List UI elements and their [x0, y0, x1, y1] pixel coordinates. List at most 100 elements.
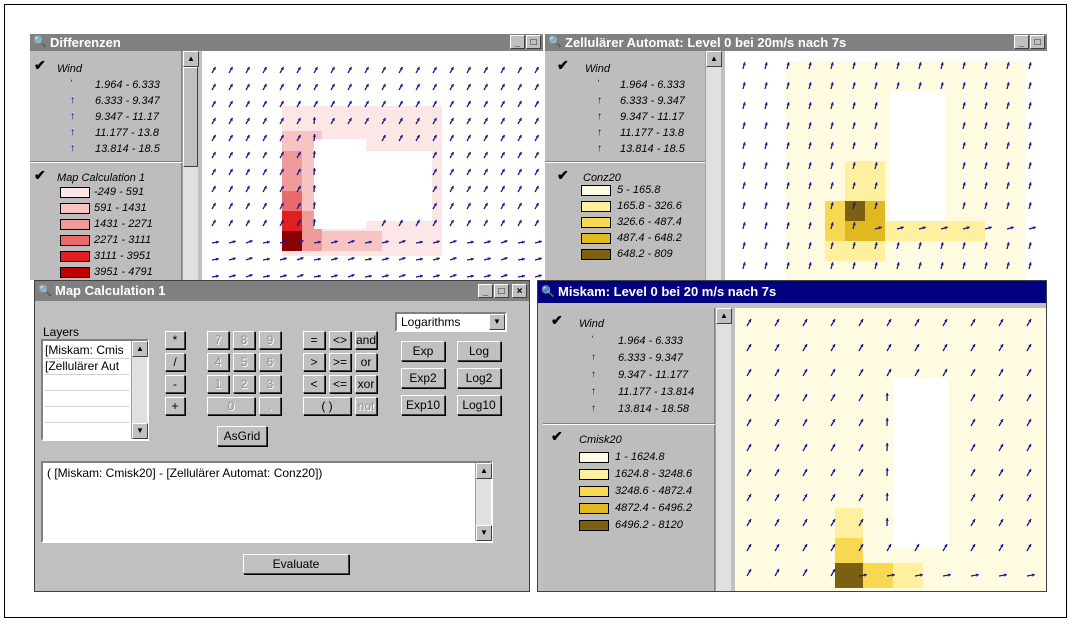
minimize-button[interactable]: _ — [478, 284, 493, 298]
cmisk-visible-checkbox[interactable]: ✔ — [551, 428, 563, 445]
function-type-select[interactable]: Logarithms ▼ — [395, 312, 507, 332]
calc-visible-checkbox[interactable]: ✔ — [34, 167, 46, 184]
zellularer-titlebar[interactable]: 🔍 Zellulärer Automat: Level 0 bei 20m/s … — [545, 34, 1047, 51]
scroll-up-button[interactable]: ▲ — [183, 51, 199, 67]
concentration-cell — [332, 121, 362, 131]
logic-button[interactable]: <> — [329, 331, 351, 349]
function-button[interactable]: Exp — [401, 341, 445, 361]
function-button[interactable]: Log2 — [457, 368, 501, 388]
function-button[interactable]: Log — [457, 341, 501, 361]
wind-visible-checkbox[interactable]: ✔ — [34, 57, 46, 74]
legend-swatch — [579, 469, 609, 480]
digit-button[interactable]: 0 — [207, 397, 255, 415]
digit-button[interactable]: 7 — [207, 331, 229, 349]
layer-item[interactable]: [Miskam: Cmis — [45, 343, 129, 359]
view-icon: 🔍 — [33, 36, 47, 48]
digit-button[interactable]: 8 — [233, 331, 255, 349]
differenzen-titlebar[interactable]: 🔍 Differenzen _ □ — [30, 34, 543, 51]
wind-visible-checkbox[interactable]: ✔ — [551, 312, 563, 329]
operator-button[interactable]: * — [165, 331, 185, 349]
legend-scrollbar[interactable]: ▲ — [705, 51, 722, 280]
miskam-map[interactable] — [735, 308, 1046, 591]
layer-item[interactable] — [45, 375, 129, 391]
maximize-button[interactable]: □ — [526, 35, 541, 49]
logic-button[interactable]: > — [303, 353, 325, 371]
logic-button[interactable]: < — [303, 375, 325, 393]
zellularer-map-canvas — [742, 61, 1036, 280]
legend-range: 6.333 - 9.347 — [95, 95, 160, 107]
wind-arrow-icon: ↑ — [597, 95, 602, 106]
function-button[interactable]: Exp2 — [401, 368, 445, 388]
logic-button[interactable]: >= — [329, 353, 351, 371]
legend-divider — [545, 161, 707, 163]
operator-button[interactable]: / — [165, 353, 185, 371]
evaluate-button[interactable]: Evaluate — [243, 554, 349, 574]
layer-item[interactable] — [45, 407, 129, 423]
dropdown-arrow-icon[interactable]: ▼ — [489, 314, 505, 330]
scroll-thumb[interactable] — [183, 67, 198, 167]
operator-button[interactable]: - — [165, 375, 185, 393]
legend-scrollbar[interactable]: ▲ — [182, 51, 199, 280]
differenzen-map[interactable] — [202, 51, 543, 280]
expression-scrollbar[interactable]: ▲ ▼ — [475, 463, 492, 541]
scroll-down-button[interactable]: ▼ — [476, 525, 492, 541]
asgrid-button[interactable]: AsGrid — [217, 426, 267, 446]
minimize-button[interactable]: _ — [1014, 35, 1029, 49]
wind-legend-title: Wind — [585, 63, 610, 75]
digit-button[interactable]: 9 — [259, 331, 281, 349]
digit-button[interactable]: 1 — [207, 375, 229, 393]
legend-swatch — [60, 235, 90, 246]
digit-button[interactable]: 4 — [207, 353, 229, 371]
scroll-up-button[interactable]: ▲ — [132, 341, 148, 357]
map-calc-titlebar[interactable]: 🔍 Map Calculation 1 _ □ × — [35, 281, 529, 301]
legend-range: 591 - 1431 — [94, 202, 147, 214]
wind-arrow-icon: ˈ — [591, 335, 595, 346]
building-footprint — [314, 139, 366, 229]
function-button[interactable]: Log10 — [457, 395, 501, 415]
legend-range: 9.347 - 11.177 — [618, 369, 689, 381]
legend-range: 1431 - 2271 — [94, 218, 153, 230]
digit-button[interactable]: 3 — [259, 375, 281, 393]
legend-scrollbar[interactable]: ▲ — [715, 308, 732, 591]
layers-list[interactable]: [Miskam: Cmis [Zellulärer Aut ▲ ▼ — [41, 339, 149, 441]
function-button[interactable]: Exp10 — [401, 395, 445, 415]
logic-button[interactable]: = — [303, 331, 325, 349]
operator-button[interactable]: + — [165, 397, 185, 415]
logic-button[interactable]: <= — [329, 375, 351, 393]
layer-item[interactable]: [Zellulärer Aut — [45, 359, 129, 375]
logic-button[interactable]: or — [355, 353, 377, 371]
scroll-up-button[interactable]: ▲ — [706, 51, 722, 67]
legend-range: 9.347 - 11.17 — [620, 111, 685, 123]
paren-button[interactable]: ( ) — [303, 397, 351, 415]
logic-button[interactable]: and — [355, 331, 377, 349]
wind-visible-checkbox[interactable]: ✔ — [557, 57, 569, 74]
layer-item[interactable] — [45, 391, 129, 407]
digit-button[interactable]: 2 — [233, 375, 255, 393]
scroll-up-button[interactable]: ▲ — [476, 463, 492, 479]
miskam-titlebar[interactable]: 🔍 Miskam: Level 0 bei 20 m/s nach 7s — [538, 281, 1046, 303]
legend-range: 11.177 - 13.8 — [95, 127, 160, 139]
layers-label: Layers — [43, 325, 80, 339]
legend-range: 1 - 1624.8 — [615, 451, 665, 463]
close-button[interactable]: × — [512, 284, 527, 298]
legend-range: 3111 - 3951 — [94, 250, 152, 262]
maximize-button[interactable]: □ — [1030, 35, 1045, 49]
logic-button[interactable]: xor — [355, 375, 377, 393]
digit-button[interactable]: 5 — [233, 353, 255, 371]
zellularer-map[interactable] — [725, 51, 1047, 280]
legend-swatch — [581, 185, 611, 196]
not-button[interactable]: not — [355, 397, 377, 415]
decimal-button[interactable]: . — [259, 397, 281, 415]
scroll-up-button[interactable]: ▲ — [716, 308, 732, 324]
maximize-button[interactable]: □ — [494, 284, 509, 298]
legend-swatch — [60, 251, 90, 262]
minimize-button[interactable]: _ — [510, 35, 525, 49]
differenzen-window: 🔍 Differenzen _ □ ✔ Wind ˈ 1.964 - 6.333 … — [30, 34, 543, 280]
concentration-cell — [835, 563, 863, 588]
layers-scrollbar[interactable]: ▲ ▼ — [131, 341, 148, 439]
legend-swatch — [581, 233, 611, 244]
expression-textarea[interactable]: ( [Miskam: Cmisk20] - [Zellulärer Automa… — [41, 461, 493, 543]
scroll-down-button[interactable]: ▼ — [132, 423, 148, 439]
conz-visible-checkbox[interactable]: ✔ — [557, 167, 569, 184]
digit-button[interactable]: 6 — [259, 353, 281, 371]
